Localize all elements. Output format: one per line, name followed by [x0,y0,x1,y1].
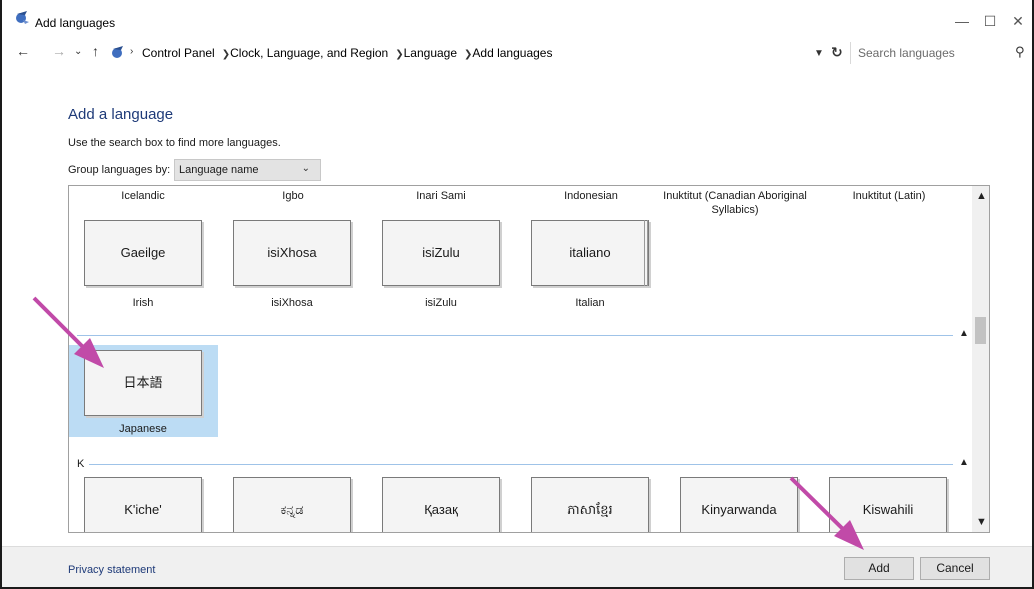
language-english-name: Italian [575,297,605,309]
breadcrumb-control-panel[interactable]: Control Panel [142,46,215,60]
list-item-label[interactable]: Inuktitut (Canadian Aboriginal Syllabics… [657,189,813,217]
search-icon[interactable]: ⚲ [1015,44,1025,60]
vertical-scrollbar[interactable]: ▲ ▼ [972,186,989,532]
collapse-group-chevron-icon[interactable]: ▲ [959,457,969,468]
list-item-label[interactable]: Indonesian [521,189,661,203]
language-tile-kiswahili[interactable]: Kiswahili [829,477,947,532]
add-button[interactable]: Add [844,557,914,580]
group-letter-k: K [77,458,85,470]
breadcrumb-clock-language-region[interactable]: Clock, Language, and Region [230,46,388,60]
language-tile-italian[interactable]: italiano [531,220,649,286]
address-dropdown-icon[interactable]: ▼ [814,48,824,59]
back-arrow-icon[interactable]: ← [16,43,30,59]
language-english-name: isiXhosa [271,297,313,309]
control-panel-icon [110,44,126,63]
group-by-select[interactable]: Language name ⌄ [174,159,321,181]
language-tile-kinyarwanda[interactable]: Kinyarwanda [680,477,798,532]
language-english-name: isiZulu [425,297,457,309]
list-item-label[interactable]: Inari Sami [371,189,511,203]
title-bar: Add languages — ☐ ✕ [2,0,1032,36]
breadcrumb: Control Panel ❯Clock, Language, and Regio… [142,46,552,60]
tile-stack-edge [647,220,648,286]
search-hint: Use the search box to find more language… [68,137,281,149]
refresh-icon[interactable]: ↻ [831,44,843,61]
up-arrow-icon[interactable]: ↑ [92,43,99,59]
language-tile-japanese[interactable]: 日本語 [84,350,202,416]
language-tile-irish[interactable]: Gaeilge [84,220,202,286]
list-item-label[interactable]: Inuktitut (Latin) [819,189,959,203]
language-tile-isixhosa[interactable]: isiXhosa [233,220,351,286]
language-english-name: Irish [132,297,154,309]
search-input[interactable] [858,43,1008,63]
page-title: Add a language [68,106,174,123]
language-tile-khmer[interactable]: ភាសាខ្មែរ [531,477,649,532]
collapse-group-chevron-icon[interactable]: ▲ [959,328,969,339]
scroll-down-icon[interactable]: ▼ [976,516,987,528]
group-by-value: Language name [179,164,259,176]
language-tile-kiche[interactable]: K'iche' [84,477,202,532]
group-divider-j [77,335,953,336]
cancel-button[interactable]: Cancel [920,557,990,580]
scroll-thumb[interactable] [975,317,986,344]
language-globe-icon [14,9,30,25]
privacy-statement-link[interactable]: Privacy statement [68,564,155,576]
group-by-label: Group languages by: [68,164,171,176]
language-tile-kannada[interactable]: ಕನ್ನಡ [233,477,351,532]
window-title: Add languages [35,16,116,30]
breadcrumb-add-languages[interactable]: Add languages [472,46,552,60]
recent-locations-chevron-icon[interactable]: ⌄ [74,46,82,57]
language-tile-kazakh[interactable]: Қазақ [382,477,500,532]
group-divider-k [89,464,953,465]
language-english-name: Japanese [119,423,167,435]
forward-arrow-icon[interactable]: → [52,43,66,59]
language-list[interactable]: Icelandic Igbo Inari Sami Indonesian Inu… [68,185,990,533]
language-tile-isizulu[interactable]: isiZulu [382,220,500,286]
breadcrumb-separator-icon: ❯ [221,49,231,60]
chevron-down-icon: ⌄ [301,163,310,174]
breadcrumb-root-chevron-icon[interactable]: › [130,46,133,57]
scroll-up-icon[interactable]: ▲ [976,190,987,202]
close-button[interactable]: ✕ [998,6,1034,36]
tile-stack-edge [644,220,645,286]
list-item-label[interactable]: Igbo [223,189,363,203]
breadcrumb-language[interactable]: Language [404,46,457,60]
add-languages-window: Add languages — ☐ ✕ ← → ⌄ ↑ › Control Pa… [0,0,1034,589]
breadcrumb-separator-icon: ❯ [395,49,404,60]
list-item-label[interactable]: Icelandic [73,189,213,203]
